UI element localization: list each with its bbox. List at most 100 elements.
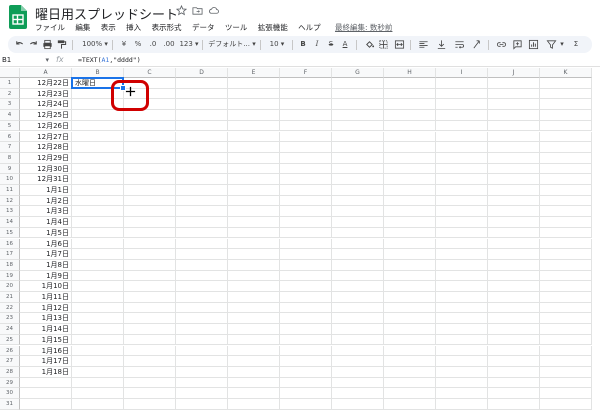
cell-g18[interactable] xyxy=(332,259,384,271)
cell-f1[interactable] xyxy=(280,78,332,89)
cell-i11[interactable] xyxy=(436,185,488,196)
row-header[interactable]: 28 xyxy=(0,366,20,378)
cell-a12[interactable]: 1月2日 xyxy=(20,195,72,207)
row-header[interactable]: 7 xyxy=(0,142,20,153)
cell-b25[interactable] xyxy=(72,334,124,346)
cell-f18[interactable] xyxy=(280,259,332,271)
cell-d31[interactable] xyxy=(176,399,228,410)
insert-chart-icon[interactable] xyxy=(528,39,539,50)
cell-a22[interactable]: 1月12日 xyxy=(20,302,72,314)
column-header-c[interactable]: C xyxy=(124,68,176,78)
cell-b16[interactable] xyxy=(72,238,124,250)
row-header[interactable]: 19 xyxy=(0,270,20,282)
cell-j14[interactable] xyxy=(488,217,540,228)
cell-a28[interactable]: 1月18日 xyxy=(20,366,72,378)
cell-b4[interactable] xyxy=(72,110,124,121)
cell-f9[interactable] xyxy=(280,163,332,175)
cell-c27[interactable] xyxy=(124,356,176,367)
cell-h20[interactable] xyxy=(384,281,436,292)
fill-color-icon[interactable] xyxy=(364,39,375,50)
cell-e5[interactable] xyxy=(228,120,280,132)
cell-e12[interactable] xyxy=(228,195,280,207)
cell-a27[interactable]: 1月17日 xyxy=(20,356,72,367)
cell-j22[interactable] xyxy=(488,302,540,314)
cell-g30[interactable] xyxy=(332,388,384,399)
cell-j8[interactable] xyxy=(488,152,540,164)
cell-a17[interactable]: 1月7日 xyxy=(20,249,72,260)
cell-h29[interactable] xyxy=(384,377,436,389)
cell-g31[interactable] xyxy=(332,399,384,410)
cell-k31[interactable] xyxy=(540,399,592,410)
cell-b15[interactable] xyxy=(72,227,124,239)
row-header[interactable]: 17 xyxy=(0,249,20,260)
cell-i18[interactable] xyxy=(436,259,488,271)
cell-d26[interactable] xyxy=(176,345,228,357)
row-header[interactable]: 21 xyxy=(0,292,20,303)
cell-h31[interactable] xyxy=(384,399,436,410)
cell-c8[interactable] xyxy=(124,152,176,164)
cell-f11[interactable] xyxy=(280,185,332,196)
cell-b18[interactable] xyxy=(72,259,124,271)
cell-a10[interactable]: 12月31日 xyxy=(20,174,72,185)
cell-k20[interactable] xyxy=(540,281,592,292)
cell-d8[interactable] xyxy=(176,152,228,164)
cell-a11[interactable]: 1月1日 xyxy=(20,185,72,196)
cell-h17[interactable] xyxy=(384,249,436,260)
cell-f10[interactable] xyxy=(280,174,332,185)
cell-c7[interactable] xyxy=(124,142,176,153)
cell-f6[interactable] xyxy=(280,131,332,143)
insert-comment-icon[interactable] xyxy=(512,39,523,50)
cell-j11[interactable] xyxy=(488,185,540,196)
cell-b21[interactable] xyxy=(72,292,124,303)
paint-format-icon[interactable] xyxy=(56,39,67,50)
cell-b6[interactable] xyxy=(72,131,124,143)
row-header[interactable]: 16 xyxy=(0,238,20,250)
filter-icon[interactable] xyxy=(546,39,557,50)
cell-k16[interactable] xyxy=(540,238,592,250)
cell-g12[interactable] xyxy=(332,195,384,207)
cell-h19[interactable] xyxy=(384,270,436,282)
cell-g15[interactable] xyxy=(332,227,384,239)
cell-d2[interactable] xyxy=(176,88,228,100)
cell-j9[interactable] xyxy=(488,163,540,175)
cell-g22[interactable] xyxy=(332,302,384,314)
cell-c28[interactable] xyxy=(124,366,176,378)
cell-k5[interactable] xyxy=(540,120,592,132)
cell-j3[interactable] xyxy=(488,99,540,111)
cell-d7[interactable] xyxy=(176,142,228,153)
cell-a15[interactable]: 1月5日 xyxy=(20,227,72,239)
cell-k1[interactable] xyxy=(540,78,592,89)
cell-f8[interactable] xyxy=(280,152,332,164)
cell-e14[interactable] xyxy=(228,217,280,228)
cell-c5[interactable] xyxy=(124,120,176,132)
cell-i16[interactable] xyxy=(436,238,488,250)
cell-d29[interactable] xyxy=(176,377,228,389)
cell-h10[interactable] xyxy=(384,174,436,185)
cell-j15[interactable] xyxy=(488,227,540,239)
cell-d17[interactable] xyxy=(176,249,228,260)
cell-i24[interactable] xyxy=(436,324,488,335)
cell-f22[interactable] xyxy=(280,302,332,314)
cell-i1[interactable] xyxy=(436,78,488,89)
cloud-status-icon[interactable] xyxy=(208,5,219,16)
cell-a5[interactable]: 12月26日 xyxy=(20,120,72,132)
sheets-logo-icon[interactable] xyxy=(9,5,27,29)
cell-d3[interactable] xyxy=(176,99,228,111)
cell-c31[interactable] xyxy=(124,399,176,410)
cell-f17[interactable] xyxy=(280,249,332,260)
cell-e20[interactable] xyxy=(228,281,280,292)
cell-k21[interactable] xyxy=(540,292,592,303)
cell-e28[interactable] xyxy=(228,366,280,378)
cell-e22[interactable] xyxy=(228,302,280,314)
cell-j16[interactable] xyxy=(488,238,540,250)
cell-b12[interactable] xyxy=(72,195,124,207)
cell-h14[interactable] xyxy=(384,217,436,228)
row-header[interactable]: 3 xyxy=(0,99,20,111)
row-header[interactable]: 24 xyxy=(0,324,20,335)
cell-g28[interactable] xyxy=(332,366,384,378)
cell-k14[interactable] xyxy=(540,217,592,228)
cell-k8[interactable] xyxy=(540,152,592,164)
cell-a24[interactable]: 1月14日 xyxy=(20,324,72,335)
cell-i8[interactable] xyxy=(436,152,488,164)
cell-b13[interactable] xyxy=(72,206,124,218)
